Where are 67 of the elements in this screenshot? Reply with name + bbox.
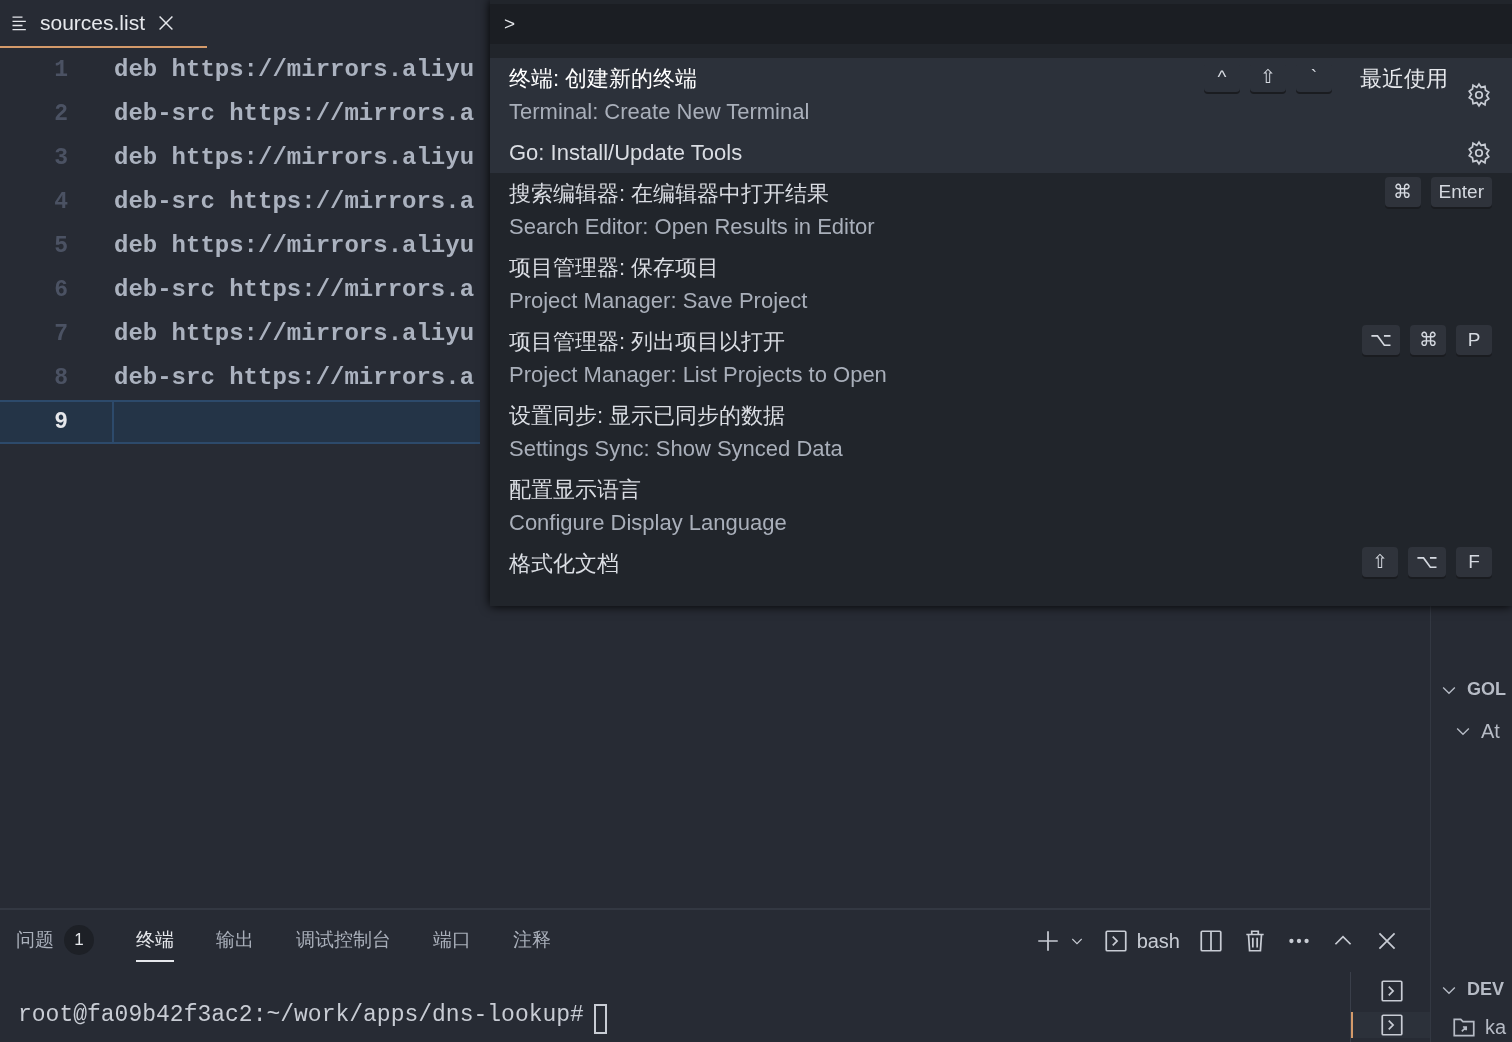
command-subtitle: Project Manager: Save Project xyxy=(509,287,809,315)
command-title: Go: Install/Update Tools xyxy=(509,139,744,167)
key-cap: ` xyxy=(1296,62,1332,92)
terminal-icon xyxy=(1378,978,1405,1004)
key-cap: ^ xyxy=(1204,62,1240,92)
command-item[interactable]: 配置显示语言 Configure Display Language xyxy=(490,469,1512,543)
command-item[interactable]: 格式化文档 ⇧ ⌥ F xyxy=(490,543,1512,584)
count-badge: 1 xyxy=(64,925,94,955)
tree-item[interactable]: ka xyxy=(1485,1012,1507,1042)
command-subtitle: Search Editor: Open Results in Editor xyxy=(509,213,876,241)
panel-tab[interactable]: 端口 xyxy=(433,919,471,963)
command-item[interactable]: 设置同步: 显示已同步的数据 Settings Sync: Show Synced Data xyxy=(490,395,1512,469)
key-cap: P xyxy=(1456,325,1492,355)
command-item[interactable]: 终端: 创建新的终端 Terminal: Create New Terminal ^ ⇧ ` 最近使用 xyxy=(490,58,1512,132)
panel-tab[interactable]: 终端 xyxy=(136,919,174,963)
key-cap: Enter xyxy=(1430,177,1492,207)
terminal-tab[interactable] xyxy=(1350,1012,1431,1038)
code-line: deb https://mirrors.aliyu xyxy=(114,319,475,349)
code-line: deb-src https://mirrors.a xyxy=(114,275,475,305)
key-cap: F xyxy=(1456,547,1492,577)
section-header: DEV xyxy=(1467,978,1504,1001)
code-line: deb-src https://mirrors.a xyxy=(114,363,475,393)
command-subtitle: Terminal: Create New Terminal xyxy=(509,98,811,126)
panel-tab[interactable]: 注释 xyxy=(513,919,551,963)
terminal-selector[interactable]: bash xyxy=(1102,926,1180,956)
line-number: 9 xyxy=(53,407,68,437)
terminal-prompt: root@fa09b42f3ac2:~/work/apps/dns-lookup# xyxy=(18,1000,584,1030)
code-line: deb https://mirrors.aliyu xyxy=(114,143,475,173)
terminal-icon xyxy=(1378,1012,1405,1038)
command-title: 搜索编辑器: 在编辑器中打开结果 xyxy=(509,180,831,208)
command-title: 项目管理器: 列出项目以打开 xyxy=(509,328,787,356)
key-cap: ⌥ xyxy=(1408,547,1446,577)
command-input[interactable]: > xyxy=(490,4,1512,44)
code-line: deb https://mirrors.aliyu xyxy=(114,55,475,85)
code-line: deb https://mirrors.aliyu xyxy=(114,231,475,261)
code-line: deb-src https://mirrors.a xyxy=(114,99,475,129)
key-cap: ⌘ xyxy=(1384,177,1421,207)
settings-icon[interactable] xyxy=(1466,140,1492,166)
tab-title: sources.list xyxy=(40,10,146,37)
key-cap: ⇧ xyxy=(1362,547,1398,577)
recently-used-label: 最近使用 xyxy=(1360,65,1448,93)
key-cap: ⌥ xyxy=(1362,325,1400,355)
command-item[interactable]: 项目管理器: 列出项目以打开 Project Manager: List Projects to Open ⌥ ⌘ P xyxy=(490,321,1512,395)
key-cap: ⇧ xyxy=(1250,62,1286,92)
command-subtitle: Project Manager: List Projects to Open xyxy=(509,361,888,389)
key-cap: ⌘ xyxy=(1410,325,1446,355)
terminal-icon xyxy=(1102,928,1129,954)
code-line: deb-src https://mirrors.a xyxy=(114,187,475,217)
editor-tab[interactable]: sources.list xyxy=(0,0,207,48)
command-item[interactable]: 项目管理器: 保存项目 Project Manager: Save Project xyxy=(490,247,1512,321)
terminal-cursor xyxy=(593,1004,607,1034)
command-item[interactable]: Go: Install/Update Tools xyxy=(490,132,1512,173)
split-icon[interactable] xyxy=(1198,928,1224,954)
section-header: GOL xyxy=(1467,678,1506,701)
panel-tab[interactable]: 调试控制台 xyxy=(296,919,391,963)
panel-tab[interactable]: 输出 xyxy=(216,919,254,963)
command-subtitle: Settings Sync: Show Synced Data xyxy=(509,435,844,463)
command-title: 设置同步: 显示已同步的数据 xyxy=(509,402,787,430)
command-title: 格式化文档 xyxy=(509,550,620,578)
command-item[interactable]: 搜索编辑器: 在编辑器中打开结果 Search Editor: Open Results in Editor ⌘ Enter xyxy=(490,173,1512,247)
command-subtitle: Configure Display Language xyxy=(509,509,788,537)
panel-tab[interactable]: 问题 1 xyxy=(16,919,94,963)
settings-icon[interactable] xyxy=(1466,82,1492,108)
command-title: 项目管理器: 保存项目 xyxy=(509,254,721,282)
tree-item[interactable]: At xyxy=(1481,716,1500,746)
command-title: 终端: 创建新的终端 xyxy=(509,65,699,93)
command-title: 配置显示语言 xyxy=(509,476,642,504)
